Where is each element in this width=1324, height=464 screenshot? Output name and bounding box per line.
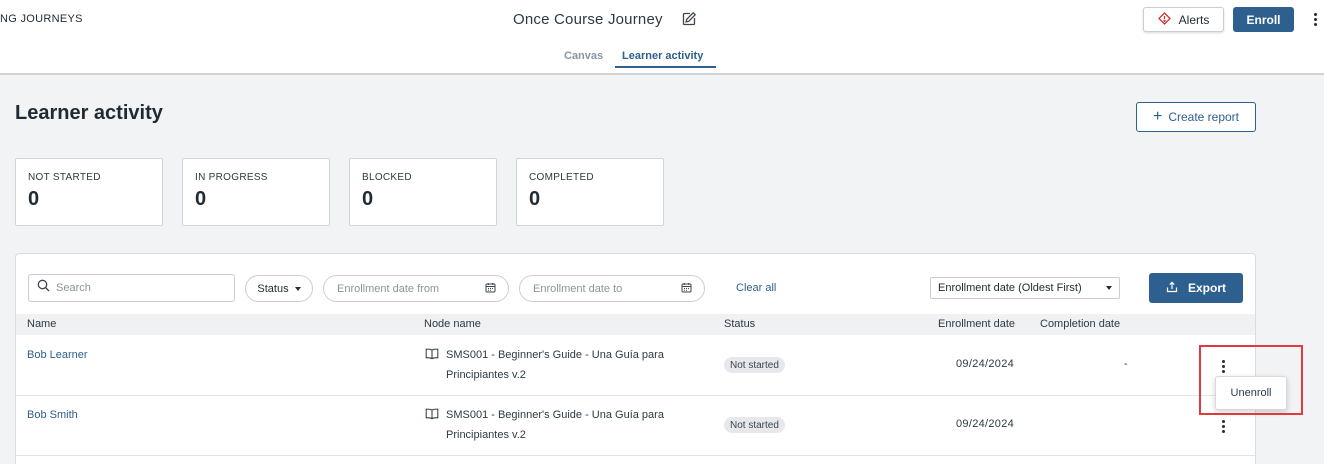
row-actions-icon[interactable] xyxy=(1217,419,1229,433)
clear-all-link[interactable]: Clear all xyxy=(736,282,776,294)
stat-card-in-progress: IN PROGRESS 0 xyxy=(182,158,330,226)
date-from-placeholder: Enrollment date from xyxy=(337,282,440,295)
node-name-line1: SMS001 - Beginner's Guide - Una Guía par… xyxy=(446,409,664,421)
stat-label: IN PROGRESS xyxy=(195,172,268,183)
active-tab-indicator xyxy=(615,66,716,68)
export-icon xyxy=(1166,281,1178,296)
status-filter-dropdown[interactable]: Status xyxy=(245,275,313,302)
column-header-completion-date[interactable]: Completion date xyxy=(1040,318,1120,330)
create-report-button[interactable]: + Create report xyxy=(1136,102,1256,132)
tab-canvas[interactable]: Canvas xyxy=(564,50,603,62)
learner-name-link[interactable]: Bob Smith xyxy=(27,409,78,421)
column-header-status[interactable]: Status xyxy=(724,318,755,330)
status-badge: Not started xyxy=(724,417,785,433)
stat-label: NOT STARTED xyxy=(28,172,101,183)
node-name-cell: SMS001 - Beginner's Guide - Una Guía par… xyxy=(425,405,696,445)
book-icon xyxy=(425,347,439,385)
create-report-label: Create report xyxy=(1168,110,1240,124)
calendar-icon[interactable] xyxy=(485,282,496,296)
status-filter-label: Status xyxy=(257,282,289,295)
stat-card-not-started: NOT STARTED 0 xyxy=(15,158,163,226)
alert-diamond-icon xyxy=(1157,11,1171,28)
stat-card-blocked: BLOCKED 0 xyxy=(349,158,497,226)
row-actions-icon[interactable] xyxy=(1217,359,1229,373)
breadcrumb[interactable]: NG JOURNEYS xyxy=(0,13,83,25)
search-box[interactable] xyxy=(28,274,235,302)
sort-value: Enrollment date (Oldest First) xyxy=(938,282,1082,294)
stat-value: 0 xyxy=(28,188,40,210)
enrollment-date-cell: 09/24/2024 xyxy=(956,418,1015,430)
more-options-icon[interactable] xyxy=(1308,9,1322,29)
enrollment-date-to-field[interactable]: Enrollment date to xyxy=(519,275,705,302)
book-icon xyxy=(425,407,439,445)
export-label: Export xyxy=(1187,281,1226,295)
alerts-button[interactable]: Alerts xyxy=(1143,7,1224,32)
node-name-line2: Principiantes v.2 xyxy=(446,369,526,381)
node-name-line2: Principiantes v.2 xyxy=(446,429,526,441)
status-badge: Not started xyxy=(724,357,785,373)
enrollment-date-cell: 09/24/2024 xyxy=(956,358,1015,370)
stat-label: BLOCKED xyxy=(362,172,412,183)
column-header-node-name[interactable]: Node name xyxy=(424,318,481,330)
stat-card-completed: COMPLETED 0 xyxy=(516,158,664,226)
enroll-button[interactable]: Enroll xyxy=(1233,7,1294,32)
node-name-line1: SMS001 - Beginner's Guide - Una Guía par… xyxy=(446,349,664,361)
tab-learner-activity[interactable]: Learner activity xyxy=(622,50,703,62)
caret-down-icon xyxy=(294,286,301,291)
search-icon xyxy=(37,279,50,297)
plus-icon: + xyxy=(1152,107,1163,125)
learner-name-link[interactable]: Bob Learner xyxy=(27,349,88,361)
enrollment-date-from-field[interactable]: Enrollment date from xyxy=(323,275,509,302)
row-divider xyxy=(16,455,1255,456)
stat-value: 0 xyxy=(529,188,541,210)
stat-value: 0 xyxy=(195,188,207,210)
stat-value: 0 xyxy=(362,188,374,210)
page-title: Learner activity xyxy=(15,102,163,124)
node-name-cell: SMS001 - Beginner's Guide - Una Guía par… xyxy=(425,345,696,385)
search-input[interactable] xyxy=(56,282,226,294)
journey-title: Once Course Journey xyxy=(513,11,663,28)
caret-down-icon xyxy=(1106,286,1112,290)
edit-icon[interactable] xyxy=(681,11,697,27)
column-header-name[interactable]: Name xyxy=(27,318,56,330)
stat-label: COMPLETED xyxy=(529,172,594,183)
date-to-placeholder: Enrollment date to xyxy=(533,282,623,295)
alerts-label: Alerts xyxy=(1178,12,1210,27)
unenroll-menu-item[interactable]: Unenroll xyxy=(1215,376,1287,410)
completion-date-cell: - xyxy=(1124,358,1128,370)
sort-dropdown[interactable]: Enrollment date (Oldest First) xyxy=(930,277,1120,299)
top-bar: NG JOURNEYS Once Course Journey Alerts E… xyxy=(0,0,1324,75)
column-header-enrollment-date[interactable]: Enrollment date xyxy=(938,318,1015,330)
row-divider xyxy=(16,395,1255,396)
calendar-icon[interactable] xyxy=(681,282,692,296)
export-button[interactable]: Export xyxy=(1149,273,1243,303)
